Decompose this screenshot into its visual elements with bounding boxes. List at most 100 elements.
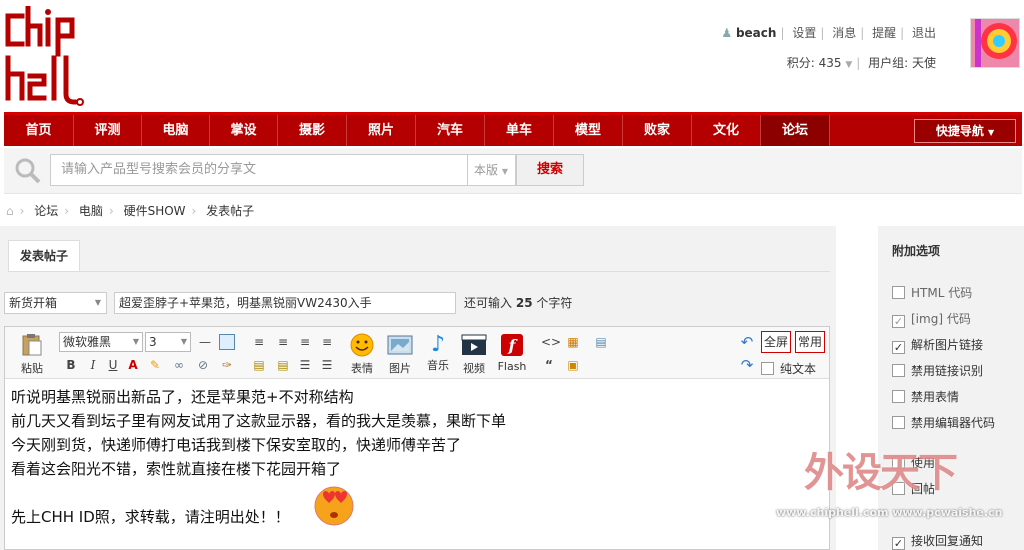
- plaintext-checkbox[interactable]: [761, 362, 774, 375]
- float-right-icon[interactable]: ▤: [275, 357, 291, 373]
- flash-button[interactable]: f Flash: [497, 333, 527, 373]
- code-icon[interactable]: <>: [541, 334, 561, 350]
- quick-nav-button[interactable]: 快捷导航 ▼: [914, 119, 1016, 143]
- music-button[interactable]: ♪ 音乐: [423, 333, 453, 373]
- post-type-select[interactable]: 新货开箱 ▼: [4, 292, 107, 314]
- chevron-down-icon: ▼: [845, 60, 853, 70]
- option-disable-emoji[interactable]: 禁用表情: [892, 388, 959, 406]
- redo-icon[interactable]: ↷: [739, 357, 755, 373]
- font-size-select[interactable]: 3 ▼: [145, 332, 191, 352]
- watermark-url: www.chiphell.com www.pcwaishe.cn: [776, 506, 1003, 519]
- plaintext-label: 纯文本: [780, 362, 817, 376]
- watermark-title: 外设天下: [804, 450, 958, 496]
- option-label: [img] 代码: [911, 312, 971, 326]
- paste-button[interactable]: 粘贴: [19, 333, 45, 376]
- emoji-button[interactable]: 表情: [347, 333, 377, 376]
- option-parse-image-links[interactable]: ✓ 解析图片链接: [892, 336, 983, 354]
- italic-icon[interactable]: I: [85, 357, 101, 373]
- username-link[interactable]: beach: [736, 26, 776, 40]
- nav-home[interactable]: 首页: [4, 115, 74, 146]
- nav-handheld[interactable]: 掌设: [210, 115, 278, 146]
- quote-icon[interactable]: “: [541, 357, 557, 373]
- checkbox[interactable]: [892, 364, 905, 377]
- align-justify-icon[interactable]: ≡: [319, 334, 335, 350]
- content-line: [11, 481, 506, 505]
- tab-new-post[interactable]: 发表帖子: [8, 240, 80, 272]
- flash-label: Flash: [497, 360, 527, 373]
- nav-culture[interactable]: 文化: [692, 115, 761, 146]
- undo-icon[interactable]: ↶: [739, 334, 755, 350]
- reminders-link[interactable]: 提醒: [872, 26, 896, 40]
- messages-link[interactable]: 消息: [832, 26, 856, 40]
- unlink-icon[interactable]: ⊘: [195, 357, 211, 373]
- bold-icon[interactable]: B: [63, 357, 79, 373]
- nav-forum[interactable]: 论坛: [761, 115, 830, 146]
- nav-shopping[interactable]: 败家: [623, 115, 692, 146]
- option-html-code[interactable]: HTML 代码: [892, 284, 972, 302]
- nav-photography[interactable]: 摄影: [278, 115, 347, 146]
- settings-link[interactable]: 设置: [792, 26, 816, 40]
- nav-pc[interactable]: 电脑: [142, 115, 210, 146]
- ordered-list-icon[interactable]: ☰: [297, 357, 313, 373]
- highlight-icon[interactable]: ✎: [147, 357, 163, 373]
- remaining-count: 25: [515, 296, 533, 310]
- chiphell-logo[interactable]: [2, 6, 92, 106]
- editor-content[interactable]: 听说明基黑锐丽出新品了，还是苹果范+不对称结构 前几天又看到坛子里有网友试用了这…: [11, 385, 506, 529]
- content-line: 先上CHH ID照，求转载，请注明出处！！: [11, 508, 290, 526]
- nav-models[interactable]: 模型: [554, 115, 623, 146]
- option-img-code[interactable]: ✓ [img] 代码: [892, 310, 971, 328]
- nav-photos[interactable]: 照片: [347, 115, 416, 146]
- link-icon[interactable]: ∞: [171, 357, 187, 373]
- checkbox[interactable]: [892, 416, 905, 429]
- plaintext-toggle[interactable]: 纯文本: [761, 361, 816, 377]
- image-button[interactable]: 图片: [385, 333, 415, 376]
- align-center-icon[interactable]: ≡: [275, 334, 291, 350]
- emoji-label: 表情: [351, 362, 373, 375]
- breadcrumb-hardware-show[interactable]: 硬件SHOW: [124, 204, 186, 218]
- breadcrumb-forum[interactable]: 论坛: [34, 204, 58, 218]
- hide-content-icon[interactable]: ▦: [565, 334, 581, 350]
- avatar[interactable]: [970, 18, 1020, 68]
- align-left-icon[interactable]: ≡: [251, 334, 267, 350]
- chevron-down-icon: ▼: [94, 298, 101, 307]
- post-title-input[interactable]: 超爱歪脖子+苹果范，明基黑锐丽VW2430入手: [114, 292, 456, 314]
- nav-bikes[interactable]: 单车: [485, 115, 554, 146]
- fullscreen-button[interactable]: 全屏: [761, 331, 791, 353]
- horizontal-rule-icon[interactable]: —: [197, 334, 213, 350]
- post-editor: 粘贴 微软雅黑 ▼ 3 ▼ — B I U A ✎ ∞ ⊘ ✑ ≡ ≡ ≡ ≡ ▤ …: [4, 326, 830, 550]
- breadcrumb-pc[interactable]: 电脑: [79, 204, 103, 218]
- align-right-icon[interactable]: ≡: [297, 334, 313, 350]
- content-line: 听说明基黑锐丽出新品了，还是苹果范+不对称结构: [11, 388, 354, 406]
- search-scope-select[interactable]: 本版 ▼: [468, 154, 516, 186]
- checkbox[interactable]: [892, 286, 905, 299]
- table-icon[interactable]: [219, 334, 235, 350]
- search-input[interactable]: 请输入产品型号搜索会员的分享文: [50, 154, 468, 186]
- logout-link[interactable]: 退出: [912, 26, 936, 40]
- option-label: HTML 代码: [911, 286, 973, 300]
- search-button[interactable]: 搜索: [516, 154, 584, 186]
- user-group[interactable]: 用户组: 天使: [868, 56, 936, 70]
- attachment-icon[interactable]: ▤: [593, 334, 609, 350]
- option-label: 禁用链接识别: [911, 364, 984, 378]
- nav-cars[interactable]: 汽车: [416, 115, 485, 146]
- font-color-icon[interactable]: A: [125, 357, 141, 373]
- font-family-select[interactable]: 微软雅黑 ▼: [59, 332, 143, 352]
- checkbox[interactable]: [892, 390, 905, 403]
- underline-icon[interactable]: U: [105, 357, 121, 373]
- nav-reviews[interactable]: 评测: [74, 115, 142, 146]
- font-family-value: 微软雅黑: [63, 335, 112, 349]
- option-reply-notify[interactable]: ✓ 接收回复通知: [892, 532, 983, 550]
- points-link[interactable]: 积分: 435: [787, 56, 842, 70]
- checkbox[interactable]: ✓: [892, 537, 905, 550]
- option-disable-link-detect[interactable]: 禁用链接识别: [892, 362, 983, 380]
- checkbox[interactable]: ✓: [892, 341, 905, 354]
- option-disable-editor-code[interactable]: 禁用编辑器代码: [892, 414, 995, 432]
- float-left-icon[interactable]: ▤: [251, 357, 267, 373]
- lock-icon[interactable]: ▣: [565, 357, 581, 373]
- common-button[interactable]: 常用: [795, 331, 825, 353]
- video-button[interactable]: 视频: [459, 333, 489, 376]
- checkbox[interactable]: ✓: [892, 315, 905, 328]
- home-icon[interactable]: ⌂: [6, 204, 14, 218]
- unordered-list-icon[interactable]: ☰: [319, 357, 335, 373]
- clear-format-icon[interactable]: ✑: [219, 357, 235, 373]
